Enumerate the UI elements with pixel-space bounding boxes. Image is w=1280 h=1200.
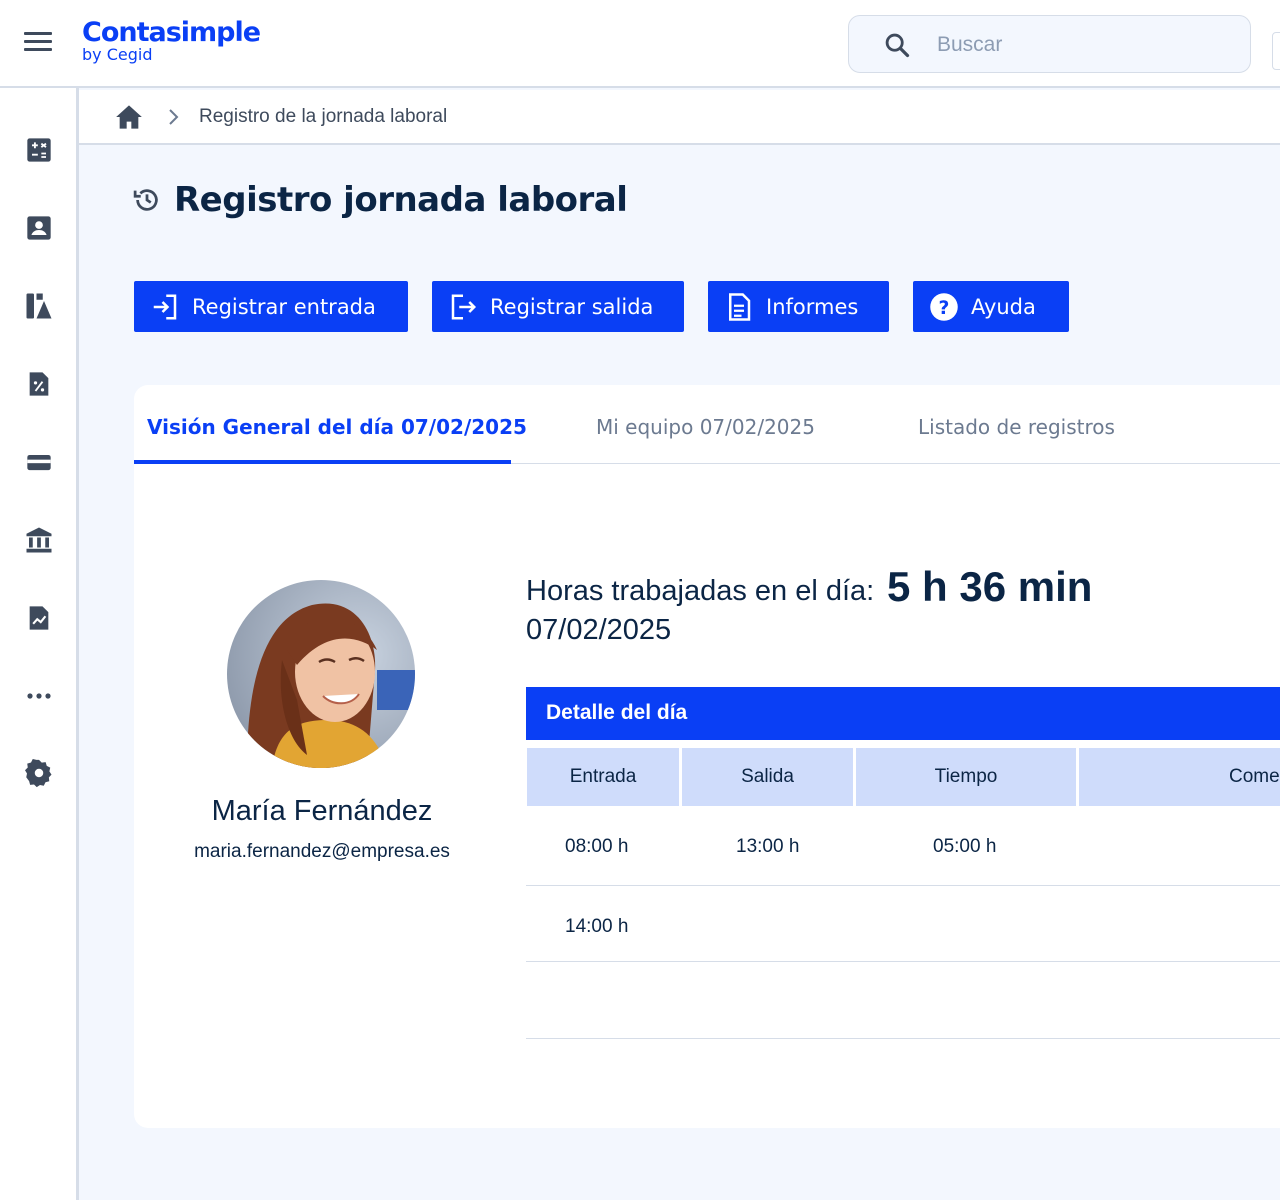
bank-icon[interactable] (22, 523, 56, 557)
tabs: Visión General del día 07/02/2025 Mi equ… (134, 385, 1280, 464)
report-chart-icon[interactable] (22, 601, 56, 635)
reports-label: Informes (766, 294, 859, 319)
search-icon (885, 33, 910, 58)
reports-button[interactable]: Informes (708, 281, 889, 332)
hamburger-menu-icon[interactable] (24, 32, 52, 56)
search-box[interactable] (848, 15, 1251, 73)
chevron-right-icon (167, 106, 181, 133)
products-icon[interactable] (22, 289, 56, 323)
active-tab-indicator (134, 460, 511, 464)
column-header-salida: Salida (682, 748, 853, 806)
cell-entrada: 14:00 h (565, 916, 629, 937)
logo-sub: by Cegid (82, 45, 153, 64)
summary-date: 07/02/2025 (526, 614, 672, 646)
breadcrumb-current: Registro de la jornada laboral (199, 106, 448, 127)
register-entry-label: Registrar entrada (192, 294, 376, 319)
day-detail-title: Detalle del día (546, 701, 688, 724)
register-exit-button[interactable]: Registrar salida (432, 281, 684, 332)
cell-entrada: 08:00 h (565, 836, 629, 857)
cell-salida: 13:00 h (736, 836, 800, 857)
hours-worked-value: 5 h 36 min (887, 563, 1093, 610)
column-header-comentario: Come (1079, 748, 1280, 806)
table-row: 08:00 h 13:00 h 05:00 h (526, 806, 1280, 886)
more-icon[interactable] (22, 679, 56, 713)
breadcrumb: Registro de la jornada laboral (79, 90, 1280, 145)
avatar (227, 580, 415, 768)
user-email: maria.fernandez@empresa.es (194, 841, 450, 862)
register-entry-button[interactable]: Registrar entrada (134, 281, 408, 332)
calculator-icon[interactable] (22, 133, 56, 167)
logo[interactable]: Contasimple by Cegid (82, 17, 261, 64)
table-row-empty (526, 962, 1280, 1039)
cell-tiempo: 05:00 h (933, 836, 997, 857)
page-title-wrap: Registro jornada laboral (132, 180, 628, 220)
main-card: Visión General del día 07/02/2025 Mi equ… (134, 385, 1280, 1128)
help-button[interactable]: ? Ayuda (913, 281, 1069, 332)
hours-worked-label: Horas trabajadas en el día: (526, 575, 875, 607)
column-header-tiempo: Tiempo (856, 748, 1076, 806)
home-icon[interactable] (115, 104, 143, 135)
logout-icon (451, 294, 477, 319)
invoice-percent-icon[interactable] (22, 367, 56, 401)
help-label: Ayuda (971, 294, 1036, 319)
tab-overview[interactable]: Visión General del día 07/02/2025 (147, 415, 527, 439)
svg-text:?: ? (939, 297, 950, 318)
table-row: 14:00 h (526, 886, 1280, 962)
contact-card-icon[interactable] (22, 211, 56, 245)
login-icon (153, 294, 177, 319)
day-detail-header: Detalle del día (526, 687, 1280, 740)
register-exit-label: Registrar salida (490, 294, 654, 319)
tab-team[interactable]: Mi equipo 07/02/2025 (596, 415, 815, 439)
user-name: María Fernández (211, 795, 433, 827)
top-bar: Contasimple by Cegid (0, 0, 1280, 88)
document-icon (729, 292, 751, 321)
column-header-entrada: Entrada (527, 748, 679, 806)
page-title: Registro jornada laboral (174, 180, 628, 220)
logo-main: Contasimple (82, 17, 261, 48)
search-input[interactable] (937, 28, 1227, 62)
history-icon (133, 189, 158, 211)
help-icon: ? (930, 292, 958, 321)
topbar-edge-control[interactable] (1272, 32, 1280, 70)
tab-records-list[interactable]: Listado de registros (918, 415, 1115, 439)
wallet-icon[interactable] (22, 445, 56, 479)
sidebar (0, 88, 79, 1200)
settings-icon[interactable] (22, 756, 56, 790)
